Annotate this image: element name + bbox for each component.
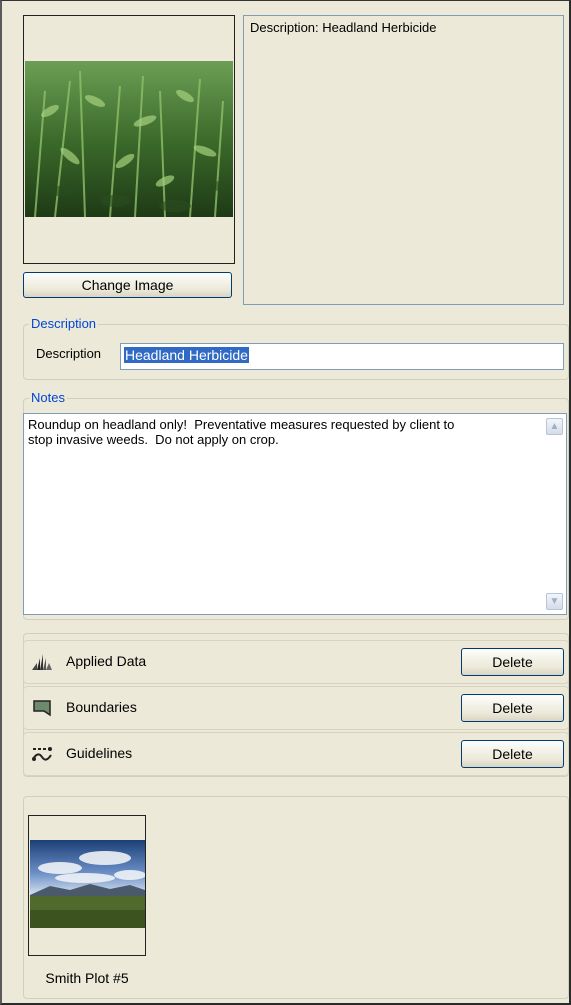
delete-applied-data-button[interactable]: Delete — [461, 648, 564, 676]
image-frame — [23, 15, 235, 264]
guidelines-label: Guidelines — [66, 745, 133, 761]
boundaries-label: Boundaries — [66, 699, 137, 715]
delete-guidelines-button[interactable]: Delete — [461, 740, 564, 768]
applied-data-label: Applied Data — [66, 653, 147, 669]
field-thumbnail[interactable] — [28, 815, 146, 956]
guidelines-icon — [32, 747, 52, 761]
description-group-title: Description — [29, 316, 99, 331]
scroll-down-arrow-icon[interactable]: ▼ — [546, 593, 563, 610]
weeds-photo — [25, 61, 233, 217]
description-preview: Description: Headland Herbicide — [243, 15, 564, 305]
description-input-value: Headland Herbicide — [124, 347, 249, 363]
applied-data-icon — [32, 654, 52, 670]
notes-group-title: Notes — [29, 390, 67, 405]
change-image-button[interactable]: Change Image — [23, 272, 232, 298]
description-label: Description — [36, 346, 102, 361]
field-name-label: Smith Plot #5 — [45, 970, 129, 986]
scroll-up-arrow-icon[interactable]: ▲ — [546, 418, 563, 435]
notes-textarea[interactable]: Roundup on headland only! Preventative m… — [23, 413, 567, 615]
field-photo — [30, 840, 145, 928]
boundary-icon — [33, 700, 51, 717]
description-input[interactable]: Headland Herbicide — [120, 343, 564, 370]
delete-boundaries-button[interactable]: Delete — [461, 694, 564, 722]
